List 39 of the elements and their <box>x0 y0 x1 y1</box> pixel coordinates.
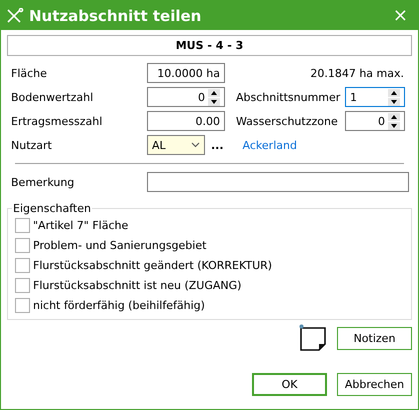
checkbox-label: Flurstücksabschnitt ist neu (ZUGANG) <box>33 278 242 292</box>
group-title: Eigenschaften <box>12 202 92 215</box>
number-field[interactable]: 0 <box>147 87 225 107</box>
checkbox-label: "Artikel 7" Fläche <box>33 218 128 232</box>
spin-buttons-icon[interactable] <box>388 112 400 130</box>
notes-button[interactable]: Notizen <box>337 326 412 350</box>
ok-button[interactable]: OK <box>252 373 327 396</box>
browse-button[interactable]: ... <box>211 138 224 152</box>
checkbox-label: Problem- und Sanierungsgebiet <box>33 238 206 252</box>
number-field[interactable]: 1 <box>345 87 405 107</box>
field-label: Fläche <box>11 66 48 80</box>
number-field[interactable]: 0.00 <box>147 111 225 131</box>
checkbox-label: nicht förderfähig (beihilfefähig) <box>33 298 205 312</box>
spin-buttons-icon[interactable] <box>208 88 220 106</box>
spin-buttons-icon[interactable] <box>388 88 400 106</box>
max-area-text: 20.1847 ha max. <box>309 66 405 80</box>
checkbox[interactable] <box>15 278 30 292</box>
checkbox[interactable] <box>15 238 30 252</box>
checkbox[interactable] <box>15 218 30 232</box>
checkbox[interactable] <box>15 298 30 312</box>
window-title: Nutzabschnitt teilen <box>29 6 202 24</box>
checkbox-label: Flurstücksabschnitt geändert (KORREKTUR) <box>33 258 272 272</box>
checkbox[interactable] <box>15 258 30 272</box>
land-use-link[interactable]: Ackerland <box>242 138 297 152</box>
scissors-icon <box>6 8 24 24</box>
field-label: Wasserschutzzone <box>235 114 339 128</box>
record-header: MUS - 4 - 3 <box>7 35 412 56</box>
field-label: Abschnittsnummer <box>235 90 342 104</box>
field-label: Bemerkung <box>11 176 76 188</box>
cancel-button[interactable]: Abbrechen <box>337 373 412 396</box>
number-field[interactable]: 0 <box>345 111 405 131</box>
note-icon[interactable] <box>299 324 327 352</box>
field-label: Nutzart <box>11 138 53 152</box>
field-label: Ertragsmesszahl <box>11 114 104 128</box>
field-label: Bodenwertzahl <box>11 90 94 104</box>
land-use-dropdown[interactable]: AL <box>147 135 205 155</box>
remark-field[interactable] <box>147 172 409 192</box>
area-field[interactable]: 10.0000 ha <box>147 63 225 83</box>
chevron-icon <box>191 142 200 148</box>
